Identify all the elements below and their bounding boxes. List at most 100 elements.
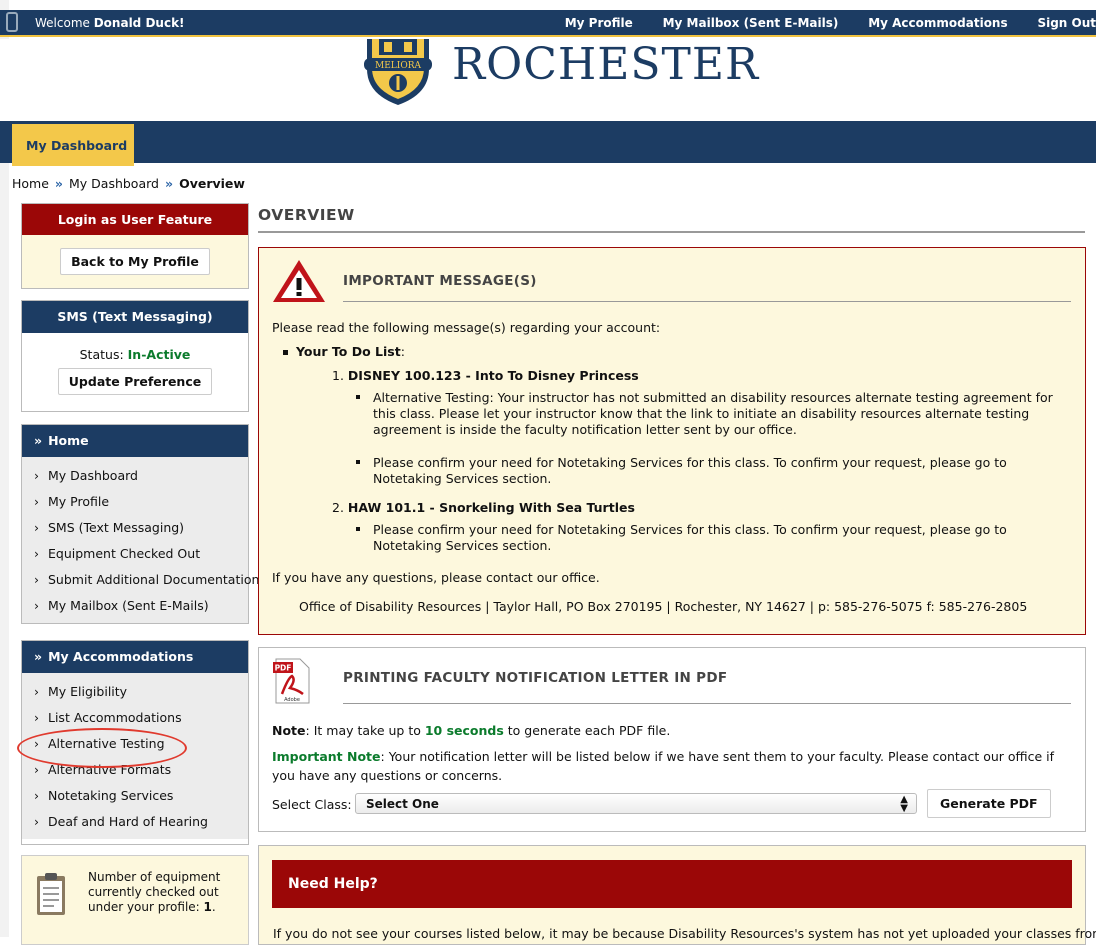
svg-text:Adobe: Adobe	[284, 697, 300, 703]
top-bar: Welcome Donald Duck! My Profile My Mailb…	[0, 10, 1096, 37]
select-arrows-icon: ▲ ▼	[900, 794, 908, 814]
brand-wordmark[interactable]: ROCHESTER	[452, 39, 759, 90]
sidebar-item-submit-documentation[interactable]: › Submit Additional Documentation	[22, 567, 259, 593]
select-class-label: Select Class:	[272, 797, 352, 812]
my-mailbox-link[interactable]: My Mailbox (Sent E-Mails)	[663, 16, 839, 30]
breadcrumb-home[interactable]: Home	[12, 176, 49, 191]
sidebar-item-my-profile[interactable]: › My Profile	[22, 489, 248, 515]
sidebar-item-label: My Dashboard	[48, 468, 138, 483]
pdf-important-note: Important Note: Your notification letter…	[272, 747, 1072, 785]
sidebar-item-label: List Accommodations	[48, 710, 182, 725]
my-accommodations-link[interactable]: My Accommodations	[868, 16, 1007, 30]
pdf-important-label: Important Note	[272, 749, 381, 764]
chevron-right-icon: ›	[34, 598, 39, 613]
sidebar-item-sms[interactable]: › SMS (Text Messaging)	[22, 515, 248, 541]
app-mini-logo-icon	[6, 12, 18, 32]
pdf-file-icon: PDF Adobe	[273, 658, 310, 704]
breadcrumb: Home » My Dashboard » Overview	[12, 176, 245, 191]
sidebar-item-label: My Mailbox (Sent E-Mails)	[48, 598, 209, 613]
chevron-right-icon: ›	[34, 572, 39, 587]
breadcrumb-separator: »	[164, 176, 174, 191]
sidebar-item-label: Notetaking Services	[48, 788, 174, 803]
equipment-count-period: .	[211, 900, 216, 914]
sidebar-item-my-mailbox[interactable]: › My Mailbox (Sent E-Mails)	[22, 593, 248, 619]
chevron-double-down-icon: »	[34, 649, 43, 664]
course-name: DISNEY 100.123 - Into To Disney Princess	[347, 368, 639, 383]
pdf-note-highlight: 10 seconds	[424, 723, 504, 738]
sidebar-item-my-dashboard[interactable]: › My Dashboard	[22, 463, 248, 489]
generate-pdf-button[interactable]: Generate PDF	[927, 789, 1051, 818]
login-as-user-box: Login as User Feature Back to My Profile	[21, 203, 249, 289]
site-header: MELIORA ROCHESTER	[0, 39, 1096, 121]
sms-box: SMS (Text Messaging) Status: In-Active U…	[21, 300, 249, 412]
bullet-icon	[356, 460, 360, 464]
sms-status-value: In-Active	[127, 347, 191, 362]
home-menu-title[interactable]: » Home	[22, 425, 248, 457]
sidebar-item-label: Equipment Checked Out	[48, 546, 201, 561]
svg-text:MELIORA: MELIORA	[375, 61, 421, 71]
todo-list-heading: Your To Do List:	[283, 344, 405, 359]
pdf-letter-panel: PDF Adobe PRINTING FACULTY NOTIFICATION …	[258, 647, 1086, 832]
chevron-right-icon: ›	[34, 788, 39, 803]
sidebar-item-my-eligibility[interactable]: › My Eligibility	[22, 679, 248, 705]
important-messages-panel: IMPORTANT MESSAGE(S) Please read the fol…	[258, 247, 1086, 635]
pdf-important-text: : Your notification letter will be liste…	[272, 749, 1055, 783]
course-number: 1.	[332, 368, 344, 383]
important-heading-rule	[343, 301, 1071, 302]
welcome-text: Welcome Donald Duck!	[35, 16, 185, 30]
home-menu: » Home › My Dashboard › My Profile › SMS (Te…	[21, 424, 259, 624]
pdf-note-text-end: to generate each PDF file.	[503, 723, 671, 738]
warning-icon	[273, 260, 325, 302]
chevron-right-icon: ›	[34, 710, 39, 725]
chevron-right-icon: ›	[34, 546, 39, 561]
tab-my-dashboard[interactable]: My Dashboard	[12, 124, 134, 166]
need-help-text: If you do not see your courses listed be…	[273, 926, 1096, 941]
sidebar-item-list-accommodations[interactable]: › List Accommodations	[22, 705, 248, 731]
back-to-profile-button[interactable]: Back to My Profile	[60, 248, 210, 275]
select-class-dropdown[interactable]: Select One ▲ ▼	[355, 793, 917, 814]
top-links: My Profile My Mailbox (Sent E-Mails) My …	[539, 16, 1096, 30]
sidebar-item-label: Submit Additional Documentation	[48, 572, 260, 587]
select-class-value: Select One	[366, 797, 439, 811]
my-profile-link[interactable]: My Profile	[565, 16, 633, 30]
breadcrumb-separator: »	[54, 176, 63, 191]
sign-out-link[interactable]: Sign Out	[1037, 16, 1096, 30]
course-1-title: 1. DISNEY 100.123 - Into To Disney Princ…	[332, 368, 639, 383]
course-note-text: Please confirm your need for Notetaking …	[373, 455, 1007, 486]
course-2-note-1: Please confirm your need for Notetaking …	[356, 522, 1073, 554]
need-help-heading: Need Help?	[272, 860, 1072, 908]
pdf-note-text: : It may take up to	[305, 723, 425, 738]
course-1-note-1: Alternative Testing: Your instructor has…	[356, 390, 1073, 438]
page-title: OVERVIEW	[258, 206, 355, 224]
breadcrumb-dashboard[interactable]: My Dashboard	[69, 176, 159, 191]
svg-text:PDF: PDF	[275, 664, 292, 673]
sidebar-item-label: SMS (Text Messaging)	[48, 520, 185, 535]
course-2-title: 2. HAW 101.1 - Snorkeling With Sea Turtl…	[332, 500, 635, 515]
accommodations-menu-label: My Accommodations	[48, 649, 194, 664]
course-name: HAW 101.1 - Snorkeling With Sea Turtles	[347, 500, 635, 515]
bullet-icon	[356, 527, 360, 531]
chevron-right-icon: ›	[34, 494, 39, 509]
pdf-note-label: Note	[272, 723, 306, 738]
university-seal-icon[interactable]: MELIORA	[357, 39, 439, 105]
pdf-heading: PRINTING FACULTY NOTIFICATION LETTER IN …	[343, 670, 728, 686]
todo-list-label: Your To Do List	[296, 344, 401, 359]
bullet-icon	[283, 350, 288, 355]
chevron-double-down-icon: »	[34, 433, 43, 448]
course-number: 2.	[332, 500, 344, 515]
questions-text: If you have any questions, please contac…	[272, 570, 600, 585]
welcome-prefix: Welcome	[35, 16, 94, 30]
sidebar-item-equipment[interactable]: › Equipment Checked Out	[22, 541, 248, 567]
annotation-circle	[17, 728, 187, 768]
equipment-count: 1	[203, 900, 212, 914]
chevron-right-icon: ›	[34, 684, 39, 699]
office-contact: Office of Disability Resources | Taylor …	[299, 599, 1028, 614]
update-preference-button[interactable]: Update Preference	[57, 368, 213, 395]
chevron-right-icon: ›	[34, 814, 39, 829]
pdf-note: Note: It may take up to 10 seconds to ge…	[272, 723, 670, 738]
sidebar-item-notetaking-services[interactable]: › Notetaking Services	[22, 783, 248, 809]
sidebar-item-deaf-hard-of-hearing[interactable]: › Deaf and Hard of Hearing	[22, 809, 248, 835]
accommodations-menu-title[interactable]: » My Accommodations	[22, 641, 248, 673]
sms-status: Status: In-Active	[22, 333, 248, 362]
important-heading: IMPORTANT MESSAGE(S)	[343, 273, 537, 289]
